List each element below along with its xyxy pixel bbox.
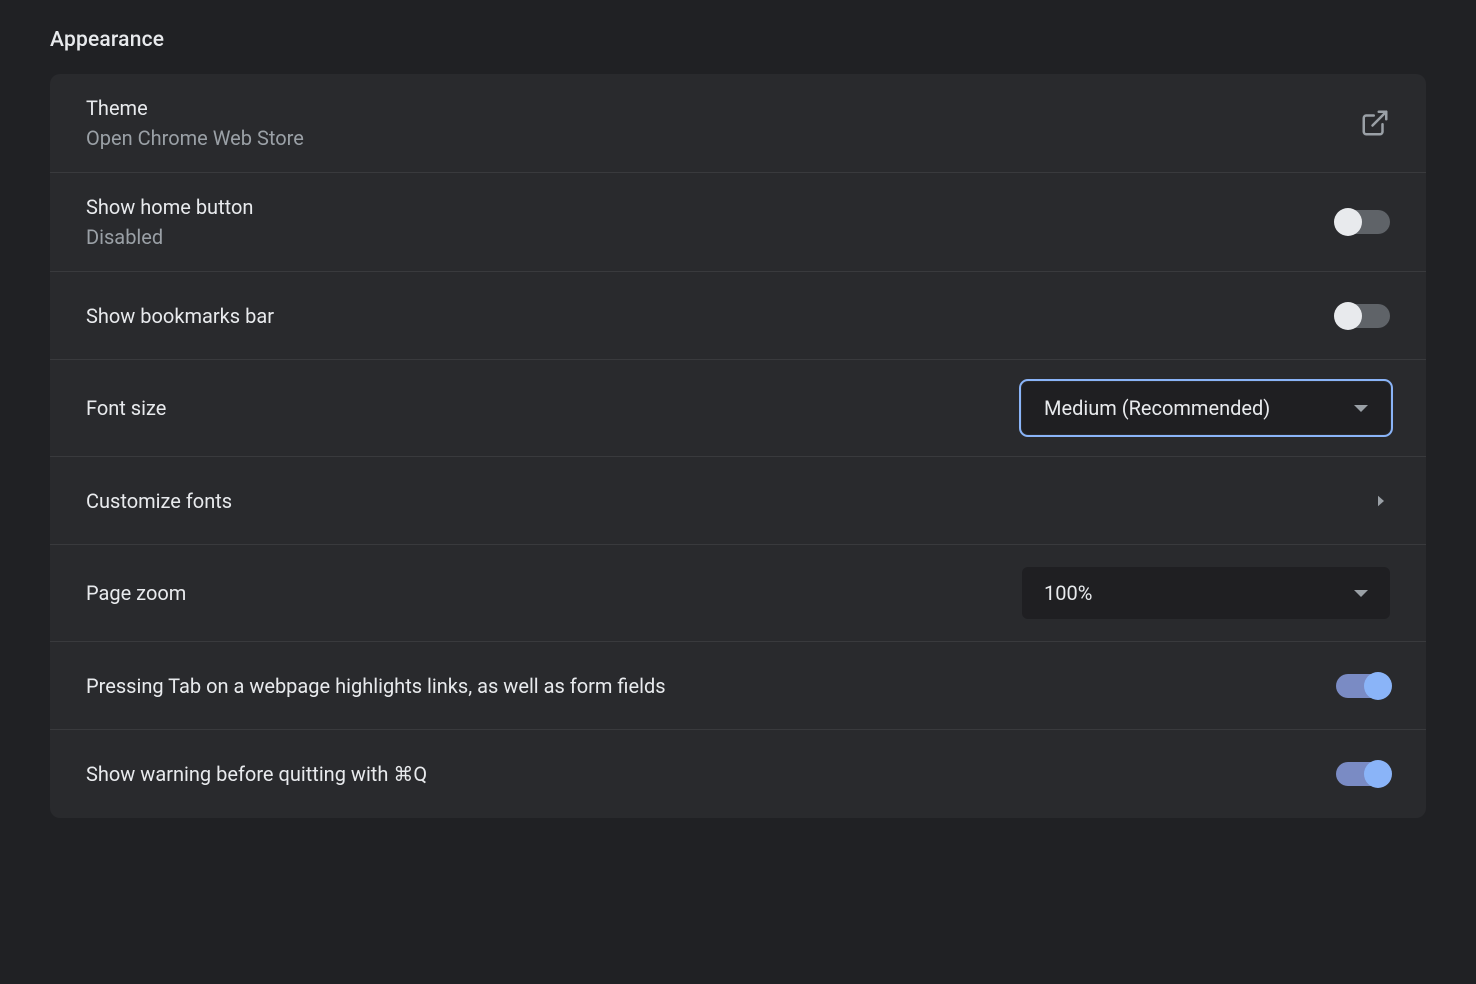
theme-label: Theme: [86, 96, 304, 120]
page-zoom-row: Page zoom 100%: [50, 545, 1426, 642]
quit-warning-row: Show warning before quitting with ⌘Q: [50, 730, 1426, 818]
chevron-right-icon: [1372, 492, 1390, 510]
home-button-text: Show home button Disabled: [86, 195, 253, 249]
font-size-select[interactable]: Medium (Recommended): [1022, 382, 1390, 434]
font-size-value: Medium (Recommended): [1044, 396, 1270, 420]
tab-highlight-toggle[interactable]: [1336, 674, 1390, 698]
section-title: Appearance: [50, 28, 1426, 52]
font-size-row: Font size Medium (Recommended): [50, 360, 1426, 457]
toggle-knob: [1364, 760, 1392, 788]
page-zoom-value: 100%: [1044, 581, 1092, 605]
theme-row[interactable]: Theme Open Chrome Web Store: [50, 74, 1426, 173]
home-button-label: Show home button: [86, 195, 253, 219]
toggle-knob: [1334, 302, 1362, 330]
tab-highlight-row: Pressing Tab on a webpage highlights lin…: [50, 642, 1426, 730]
bookmarks-bar-text: Show bookmarks bar: [86, 304, 274, 328]
toggle-knob: [1364, 672, 1392, 700]
customize-fonts-label: Customize fonts: [86, 489, 232, 513]
home-button-toggle[interactable]: [1336, 210, 1390, 234]
font-size-label: Font size: [86, 396, 166, 420]
page-zoom-select[interactable]: 100%: [1022, 567, 1390, 619]
home-button-sublabel: Disabled: [86, 225, 253, 249]
home-button-row: Show home button Disabled: [50, 173, 1426, 272]
font-size-text: Font size: [86, 396, 166, 420]
quit-warning-text: Show warning before quitting with ⌘Q: [86, 762, 427, 786]
theme-text: Theme Open Chrome Web Store: [86, 96, 304, 150]
appearance-settings-card: Theme Open Chrome Web Store Show home bu…: [50, 74, 1426, 818]
customize-fonts-row[interactable]: Customize fonts: [50, 457, 1426, 545]
bookmarks-bar-label: Show bookmarks bar: [86, 304, 274, 328]
theme-sublabel: Open Chrome Web Store: [86, 126, 304, 150]
tab-highlight-text: Pressing Tab on a webpage highlights lin…: [86, 674, 666, 698]
toggle-knob: [1334, 208, 1362, 236]
bookmarks-bar-row: Show bookmarks bar: [50, 272, 1426, 360]
tab-highlight-label: Pressing Tab on a webpage highlights lin…: [86, 674, 666, 698]
quit-warning-toggle[interactable]: [1336, 762, 1390, 786]
page-zoom-label: Page zoom: [86, 581, 186, 605]
page-zoom-text: Page zoom: [86, 581, 186, 605]
open-external-icon[interactable]: [1360, 108, 1390, 138]
quit-warning-label: Show warning before quitting with ⌘Q: [86, 762, 427, 786]
dropdown-triangle-icon: [1354, 590, 1368, 597]
customize-fonts-text: Customize fonts: [86, 489, 232, 513]
dropdown-triangle-icon: [1354, 405, 1368, 412]
bookmarks-bar-toggle[interactable]: [1336, 304, 1390, 328]
